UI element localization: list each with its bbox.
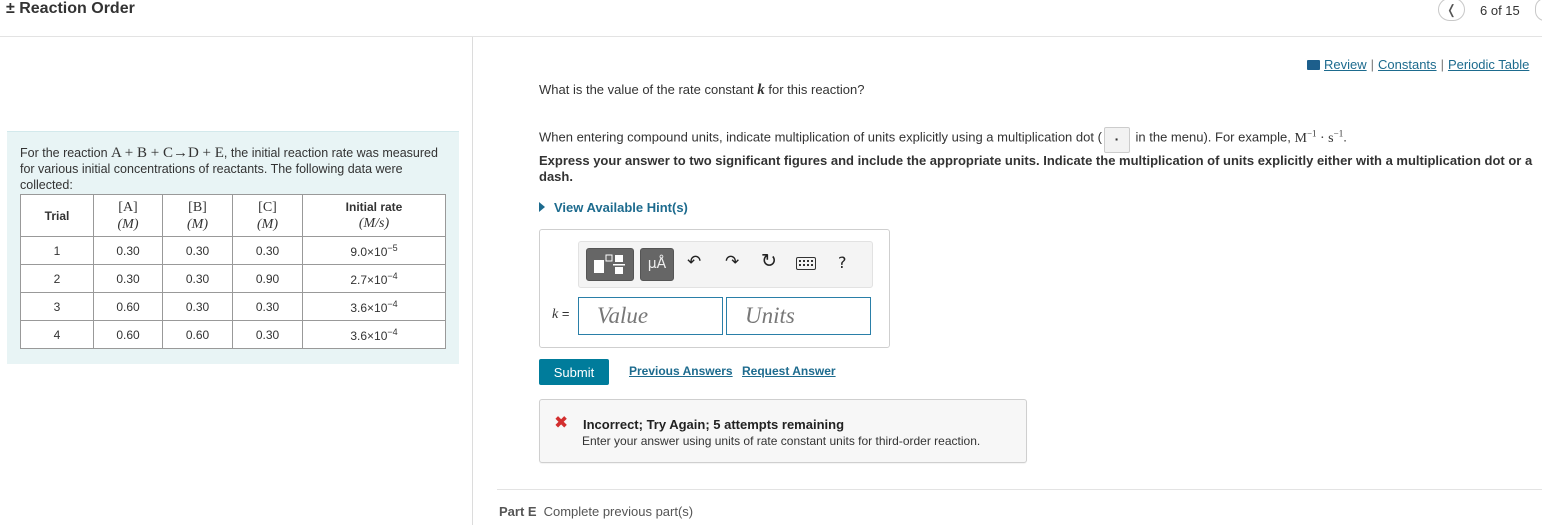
resource-links: Review | Constants | Periodic Table: [1307, 57, 1529, 72]
book-icon: [1307, 60, 1320, 70]
cell-rate: 3.6×10−4: [302, 320, 446, 349]
cell-b: 0.60: [162, 320, 233, 349]
table-row: 1 0.30 0.30 0.30 9.0×10−5: [20, 236, 446, 265]
part-divider: [497, 489, 1542, 490]
header-b: [B] (M): [162, 194, 233, 237]
units-button[interactable]: μÅ: [640, 248, 674, 281]
request-answer-link[interactable]: Request Answer: [742, 364, 836, 378]
cell-c: 0.30: [232, 236, 303, 265]
feedback-box: ✖ Incorrect; Try Again; 5 attempts remai…: [539, 399, 1027, 463]
chevron-left-icon: ❬: [1446, 1, 1457, 17]
table-row: 2 0.30 0.30 0.90 2.7×10−4: [20, 264, 446, 293]
table-row: 3 0.60 0.30 0.30 3.6×10−4: [20, 292, 446, 321]
templates-button[interactable]: [586, 248, 634, 281]
cell-rate: 2.7×10−4: [302, 264, 446, 293]
header-c: [C] (M): [232, 194, 303, 237]
undo-icon[interactable]: ↶: [687, 252, 701, 272]
header-trial: Trial: [20, 194, 94, 237]
cell-rate: 3.6×10−4: [302, 292, 446, 321]
cell-a: 0.60: [93, 320, 163, 349]
redo-icon[interactable]: ↷: [725, 252, 739, 272]
multiplication-dot-key: ·: [1103, 126, 1130, 153]
caret-right-icon: [539, 202, 545, 212]
units-example: M−1 · s−1: [1294, 128, 1344, 146]
cell-a: 0.30: [93, 236, 163, 265]
page-title: ± Reaction Order: [6, 0, 135, 17]
cell-rate: 9.0×10−5: [302, 236, 446, 265]
math-toolbar: μÅ ↶ ↷ ↻ ?: [578, 241, 873, 288]
header-bar: ± Reaction Order ❬ 6 of 15: [0, 0, 1542, 37]
cell-b: 0.30: [162, 236, 233, 265]
cell-c: 0.30: [232, 320, 303, 349]
submit-button[interactable]: Submit: [539, 359, 609, 385]
review-link[interactable]: Review: [1324, 57, 1367, 72]
periodic-table-link[interactable]: Periodic Table: [1448, 57, 1529, 72]
reset-icon[interactable]: ↻: [761, 250, 777, 272]
reaction-equation: A + B + C→D + E: [111, 145, 224, 161]
panel-divider: [472, 37, 473, 525]
cell-trial: 4: [20, 320, 94, 349]
x-icon: ✖: [554, 413, 569, 433]
help-button[interactable]: ?: [838, 253, 847, 272]
previous-answers-link[interactable]: Previous Answers: [629, 364, 733, 378]
cell-trial: 3: [20, 292, 94, 321]
feedback-message: Enter your answer using units of rate co…: [582, 434, 981, 448]
problem-panel: For the reaction A + B + C→D + E, the in…: [7, 131, 459, 364]
next-item-button[interactable]: [1535, 0, 1542, 21]
cell-c: 0.30: [232, 292, 303, 321]
part-e-label: Part E: [499, 504, 537, 519]
feedback-title: Incorrect; Try Again; 5 attempts remaini…: [583, 417, 845, 432]
answer-box: μÅ ↶ ↷ ↻ ? k =: [539, 229, 890, 348]
intro-pre: For the reaction: [20, 146, 108, 160]
view-hints-toggle[interactable]: View Available Hint(s): [539, 200, 688, 215]
value-input[interactable]: [578, 297, 723, 335]
cell-a: 0.60: [93, 292, 163, 321]
data-table: Trial [A] (M) [B] (M) [C] (M) Initial rate(…: [20, 194, 446, 349]
cell-b: 0.30: [162, 264, 233, 293]
template-icon: [594, 254, 625, 274]
header-a: [A] (M): [93, 194, 163, 237]
question-text: What is the value of the rate constant k…: [539, 82, 865, 98]
cell-trial: 2: [20, 264, 94, 293]
part-e-header: Part E Complete previous part(s): [499, 504, 693, 519]
problem-intro: For the reaction A + B + C→D + E, the in…: [20, 145, 450, 193]
table-header-row: Trial [A] (M) [B] (M) [C] (M) Initial rate(…: [20, 194, 446, 237]
cell-b: 0.30: [162, 292, 233, 321]
units-input[interactable]: [726, 297, 871, 335]
cell-c: 0.90: [232, 264, 303, 293]
k-symbol: k: [757, 82, 765, 98]
answer-instruction: Express your answer to two significant f…: [539, 153, 1533, 184]
part-e-status: Complete previous part(s): [543, 504, 694, 519]
table-row: 4 0.60 0.60 0.30 3.6×10−4: [20, 320, 446, 349]
cell-a: 0.30: [93, 264, 163, 293]
cell-trial: 1: [20, 236, 94, 265]
previous-item-button[interactable]: ❬: [1438, 0, 1465, 21]
pager-count: 6 of 15: [1480, 3, 1520, 18]
keyboard-icon[interactable]: [796, 257, 816, 270]
constants-link[interactable]: Constants: [1378, 57, 1437, 72]
header-rate: Initial rate (M/s): [302, 194, 446, 237]
k-label: k =: [552, 306, 570, 322]
